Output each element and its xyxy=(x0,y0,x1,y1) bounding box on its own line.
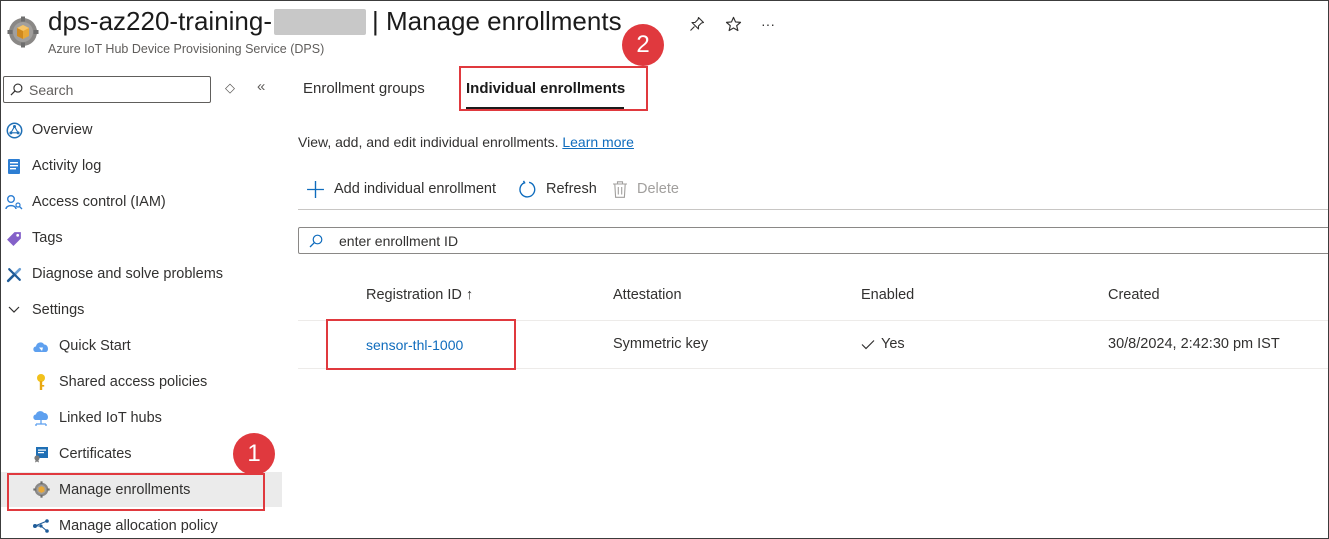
attestation-cell: Symmetric key xyxy=(613,336,709,352)
callout-badge-2: 2 xyxy=(622,24,664,66)
sidebar-item-activity-log[interactable]: Activity log xyxy=(0,149,282,183)
wrench-icon xyxy=(5,265,23,283)
selected-tab-indicator xyxy=(466,107,624,109)
add-individual-enrollment-button[interactable]: Add individual enrollment xyxy=(306,178,496,200)
menu-search-input[interactable] xyxy=(29,81,199,98)
registration-id-link[interactable]: sensor-thl-1000 xyxy=(366,337,463,353)
enabled-value: Yes xyxy=(881,336,905,352)
enrollment-filter-box[interactable] xyxy=(298,227,1329,254)
activity-log-icon xyxy=(5,157,23,175)
expand-collapse-icon[interactable]: ◇ xyxy=(225,80,235,96)
description-text: View, add, and edit individual enrollmen… xyxy=(298,134,559,150)
sidebar-item-label: Activity log xyxy=(32,158,102,174)
plus-icon xyxy=(306,180,325,199)
linked-hub-icon xyxy=(32,409,50,427)
sidebar-item-tags[interactable]: Tags xyxy=(0,221,282,255)
tab-individual-enrollments[interactable]: Individual enrollments xyxy=(466,80,625,97)
sidebar-item-diagnose[interactable]: Diagnose and solve problems xyxy=(0,257,282,291)
redacted-name-block xyxy=(274,8,367,35)
sidebar-item-label: Shared access policies xyxy=(59,374,208,390)
sidebar-item-label: Manage allocation policy xyxy=(59,518,218,534)
sidebar-item-label: Manage enrollments xyxy=(59,481,191,498)
sidebar-group-settings[interactable]: Settings xyxy=(0,293,282,327)
pin-icon[interactable] xyxy=(687,14,707,34)
star-icon[interactable] xyxy=(723,14,743,34)
delete-label: Delete xyxy=(637,181,679,197)
column-header-enabled[interactable]: Enabled xyxy=(861,287,914,303)
refresh-button[interactable]: Refresh xyxy=(518,178,597,200)
add-label: Add individual enrollment xyxy=(334,181,497,197)
page-description: View, add, and edit individual enrollmen… xyxy=(298,134,634,150)
sidebar-item-access-control[interactable]: Access control (IAM) xyxy=(0,185,282,219)
menu-search-box[interactable] xyxy=(3,76,211,103)
page-header: dps-az220-training- | Manage enrollments… xyxy=(0,0,1329,70)
cloud-icon xyxy=(32,337,50,355)
iam-icon xyxy=(5,193,23,211)
trash-icon xyxy=(612,180,628,199)
refresh-icon xyxy=(518,180,537,199)
delete-button[interactable]: Delete xyxy=(612,178,679,200)
tag-icon xyxy=(5,229,23,247)
sidebar-item-label: Diagnose and solve problems xyxy=(32,266,224,282)
search-icon xyxy=(309,234,323,247)
gear-icon xyxy=(32,481,50,499)
sidebar-item-shared-access-policies[interactable]: Shared access policies xyxy=(0,365,282,399)
page-subtitle: Azure IoT Hub Device Provisioning Servic… xyxy=(48,42,325,56)
sidebar-item-quick-start[interactable]: Quick Start xyxy=(0,329,282,363)
page-title: dps-az220-training- | Manage enrollments xyxy=(48,6,622,37)
row-divider xyxy=(298,368,1329,369)
key-icon xyxy=(32,373,50,391)
sidebar-item-label: Settings xyxy=(32,302,85,318)
chevron-down-icon xyxy=(5,301,23,319)
certificate-icon xyxy=(32,445,50,463)
enrollment-id-input[interactable] xyxy=(339,232,939,249)
search-icon xyxy=(10,83,23,96)
sidebar-item-overview[interactable]: Overview xyxy=(0,113,282,147)
sidebar-item-label: Quick Start xyxy=(59,338,131,354)
allocation-icon xyxy=(32,517,50,535)
callout-badge-1: 1 xyxy=(233,433,275,475)
sidebar-item-label: Access control (IAM) xyxy=(32,194,166,210)
collapse-menu-icon[interactable]: « xyxy=(257,78,265,95)
header-row-divider xyxy=(298,320,1329,321)
title-suffix: | Manage enrollments xyxy=(372,6,622,36)
refresh-label: Refresh xyxy=(546,181,597,197)
overview-icon xyxy=(5,121,23,139)
more-options-button[interactable]: ··· xyxy=(758,14,778,34)
created-cell: 30/8/2024, 2:42:30 pm IST xyxy=(1108,336,1280,352)
checkmark-icon xyxy=(861,339,875,349)
sidebar-item-label: Overview xyxy=(32,122,93,138)
column-header-attestation[interactable]: Attestation xyxy=(613,287,682,303)
column-header-registration-id[interactable]: Registration ID ↑ xyxy=(366,287,473,303)
title-prefix: dps-az220-training- xyxy=(48,6,273,36)
dps-resource-icon xyxy=(7,16,39,48)
learn-more-link[interactable]: Learn more xyxy=(562,134,634,150)
toolbar-divider xyxy=(298,209,1329,210)
sidebar-item-label: Linked IoT hubs xyxy=(59,410,162,426)
enabled-cell: Yes xyxy=(861,336,905,352)
sidebar-item-manage-allocation-policy[interactable]: Manage allocation policy xyxy=(0,509,282,539)
column-header-created[interactable]: Created xyxy=(1108,287,1160,303)
sidebar-item-label: Tags xyxy=(32,230,63,246)
tab-enrollment-groups[interactable]: Enrollment groups xyxy=(303,80,425,97)
sidebar-item-manage-enrollments[interactable]: Manage enrollments xyxy=(0,472,282,507)
sidebar-item-linked-iot-hubs[interactable]: Linked IoT hubs xyxy=(0,401,282,435)
sidebar-item-label: Certificates xyxy=(59,446,132,462)
